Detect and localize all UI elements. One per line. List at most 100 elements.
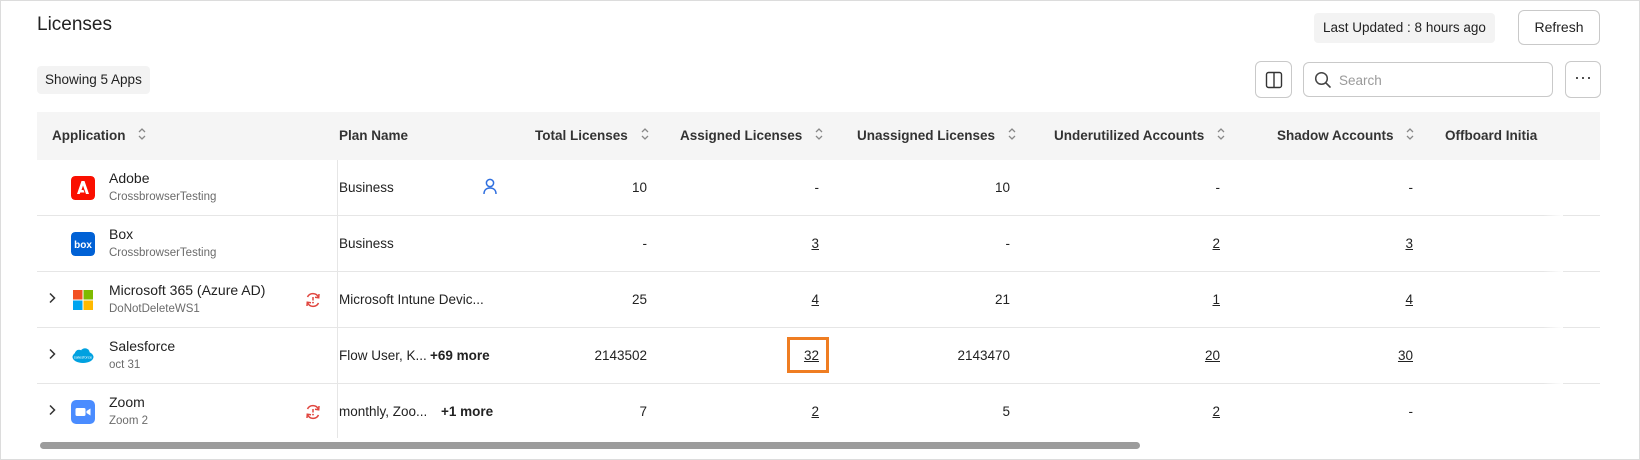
- table-row: Zoom Zoom 2 monthly, Zoo... +1 more 7 2 …: [37, 384, 1600, 438]
- assigned-licenses-link[interactable]: 4: [811, 292, 819, 307]
- assigned-licenses-cell: -: [814, 180, 820, 195]
- app-instance: CrossbrowserTesting: [109, 247, 217, 259]
- shadow-accounts-cell: 3: [1307, 216, 1413, 272]
- column-header-label: Offboard Initia: [1445, 128, 1538, 143]
- app-instance: DoNotDeleteWS1: [109, 303, 200, 315]
- sort-icon[interactable]: [137, 126, 147, 142]
- shadow-accounts-link[interactable]: 3: [1405, 236, 1413, 251]
- assigned-licenses-cell: 4: [717, 272, 819, 328]
- shadow-accounts-cell: -: [1408, 180, 1414, 195]
- shadow-accounts-link[interactable]: 4: [1405, 292, 1413, 307]
- column-header-label: Underutilized Accounts: [1054, 128, 1205, 143]
- underutilized-accounts-cell: 2: [1107, 216, 1220, 272]
- column-header-total-licenses[interactable]: Total Licenses: [535, 112, 650, 160]
- table-row: Microsoft 365 (Azure AD) DoNotDeleteWS1 …: [37, 272, 1600, 328]
- zoom-logo-icon: [71, 400, 95, 424]
- plan-name-cell: Microsoft Intune Devic...: [339, 292, 484, 307]
- app-name[interactable]: Zoom: [109, 394, 145, 410]
- assigned-licenses-link[interactable]: 2: [811, 404, 819, 419]
- column-header-application[interactable]: Application: [52, 112, 147, 160]
- page-title: Licenses: [37, 14, 112, 35]
- search-icon: [1314, 71, 1331, 88]
- unassigned-licenses-cell: 2143470: [957, 348, 1010, 363]
- total-licenses-cell: 10: [631, 180, 647, 195]
- underutilized-accounts-link[interactable]: 20: [1205, 348, 1220, 363]
- app-instance: CrossbrowserTesting: [109, 191, 217, 203]
- column-header-offboard: Offboard Initia: [1445, 112, 1537, 160]
- table-row: box Box CrossbrowserTesting Business - 3…: [37, 216, 1600, 272]
- total-licenses-cell: 2143502: [594, 348, 647, 363]
- chevron-right-icon[interactable]: [48, 348, 56, 360]
- assigned-licenses-cell: 3: [717, 216, 819, 272]
- app-name[interactable]: Microsoft 365 (Azure AD): [109, 282, 265, 298]
- search-field[interactable]: [1303, 62, 1553, 97]
- last-updated-badge: Last Updated : 8 hours ago: [1314, 13, 1495, 43]
- column-toggle-button[interactable]: [1255, 61, 1292, 98]
- plan-name-cell: Business: [339, 180, 394, 195]
- sort-icon[interactable]: [640, 126, 650, 142]
- column-header-label: Unassigned Licenses: [857, 128, 996, 143]
- underutilized-accounts-cell: 1: [1107, 272, 1220, 328]
- underutilized-accounts-link[interactable]: 2: [1212, 404, 1220, 419]
- app-name[interactable]: Adobe: [109, 170, 149, 186]
- box-logo-icon: box: [71, 232, 95, 256]
- chevron-right-icon[interactable]: [48, 292, 56, 304]
- more-plans-link[interactable]: +1 more: [441, 384, 493, 438]
- more-options-button[interactable]: ···: [1565, 61, 1601, 98]
- svg-text:box: box: [74, 240, 92, 251]
- column-header-plan-name: Plan Name: [339, 112, 408, 160]
- sort-icon[interactable]: [1405, 126, 1415, 142]
- column-header-label: Assigned Licenses: [680, 128, 803, 143]
- column-header-label: Shadow Accounts: [1277, 128, 1394, 143]
- column-header-shadow-accounts[interactable]: Shadow Accounts: [1277, 112, 1415, 160]
- assigned-licenses-link[interactable]: 3: [811, 236, 819, 251]
- column-header-underutilized-accounts[interactable]: Underutilized Accounts: [1054, 112, 1226, 160]
- svg-text:salesforce: salesforce: [74, 355, 93, 360]
- total-licenses-cell: -: [642, 236, 648, 251]
- user-icon: [483, 178, 497, 195]
- column-header-assigned-licenses[interactable]: Assigned Licenses: [680, 112, 824, 160]
- underutilized-accounts-cell: -: [1215, 180, 1221, 195]
- columns-icon: [1265, 71, 1282, 88]
- underutilized-accounts-link[interactable]: 1: [1212, 292, 1220, 307]
- licenses-table: Application Plan Name Total Licenses Ass…: [37, 112, 1600, 438]
- column-divider: [337, 160, 338, 438]
- microsoft-logo-icon: [73, 290, 93, 310]
- plan-name-cell: Business: [339, 236, 394, 251]
- sort-icon[interactable]: [814, 126, 824, 142]
- shadow-accounts-cell: 4: [1307, 272, 1413, 328]
- unassigned-licenses-cell: 5: [1002, 404, 1010, 419]
- sort-icon[interactable]: [1216, 126, 1226, 142]
- underutilized-accounts-cell: 20: [1107, 328, 1220, 384]
- search-input[interactable]: [1339, 69, 1539, 91]
- table-row: Adobe CrossbrowserTesting Business 10 - …: [37, 160, 1600, 216]
- horizontal-scrollbar[interactable]: [40, 442, 1140, 449]
- app-name[interactable]: Box: [109, 226, 133, 242]
- unassigned-licenses-cell: 10: [994, 180, 1010, 195]
- unassigned-licenses-cell: -: [1005, 236, 1011, 251]
- plan-name-cell: monthly, Zoo...: [339, 404, 428, 419]
- shadow-accounts-link[interactable]: 30: [1398, 348, 1413, 363]
- unassigned-licenses-cell: 21: [994, 292, 1010, 307]
- column-header-label: Total Licenses: [535, 128, 628, 143]
- column-header-label: Application: [52, 128, 126, 143]
- app-name[interactable]: Salesforce: [109, 338, 175, 354]
- sync-icon[interactable]: [304, 291, 322, 309]
- showing-count-badge: Showing 5 Apps: [37, 66, 150, 94]
- app-instance: Zoom 2: [109, 415, 148, 427]
- column-header-label: Plan Name: [339, 128, 409, 143]
- underutilized-accounts-cell: 2: [1107, 384, 1220, 438]
- assigned-licenses-cell: 2: [717, 384, 819, 438]
- more-plans-link[interactable]: +69 more: [430, 328, 490, 384]
- sync-icon[interactable]: [304, 403, 322, 421]
- plan-name-cell: Flow User, K...: [339, 348, 427, 363]
- table-scroll-fade: [1543, 160, 1563, 438]
- salesforce-logo-icon: salesforce: [72, 348, 94, 363]
- column-header-unassigned-licenses[interactable]: Unassigned Licenses: [857, 112, 1017, 160]
- chevron-right-icon[interactable]: [48, 404, 56, 416]
- sort-icon[interactable]: [1007, 126, 1017, 142]
- total-licenses-cell: 7: [639, 404, 647, 419]
- app-instance: oct 31: [109, 359, 141, 371]
- underutilized-accounts-link[interactable]: 2: [1212, 236, 1220, 251]
- refresh-button[interactable]: Refresh: [1518, 10, 1600, 45]
